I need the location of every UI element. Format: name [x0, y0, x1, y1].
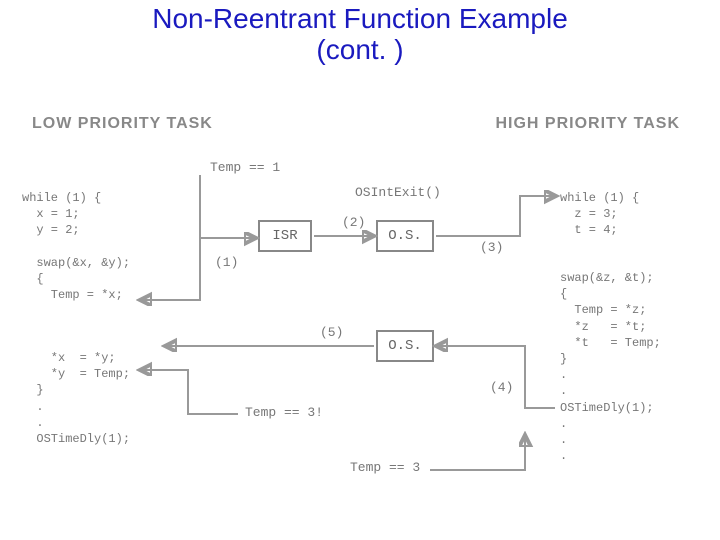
os-box-1: O.S. — [376, 220, 434, 252]
step-2: (2) — [342, 215, 365, 230]
step-1: (1) — [215, 255, 238, 270]
label-temp-eq-3: Temp == 3 — [350, 460, 420, 475]
label-osintexit: OSIntExit() — [355, 185, 441, 200]
isr-box: ISR — [258, 220, 312, 252]
label-temp-eq-3-bang: Temp == 3! — [245, 405, 323, 420]
label-temp-eq-1: Temp == 1 — [210, 160, 280, 175]
title-line1: Non-Reentrant Function Example — [152, 3, 568, 34]
code-left-bottom: *x = *y; *y = Temp; } . . OSTimeDly(1); — [22, 350, 130, 447]
step-3: (3) — [480, 240, 503, 255]
os-box-2: O.S. — [376, 330, 434, 362]
low-priority-heading: LOW PRIORITY TASK — [32, 115, 213, 133]
step-5: (5) — [320, 325, 343, 340]
slide-title: Non-Reentrant Function Example (cont. ) — [0, 0, 720, 66]
high-priority-heading: HIGH PRIORITY TASK — [495, 115, 680, 133]
title-line2: (cont. ) — [316, 34, 403, 65]
code-right-top: while (1) { z = 3; t = 4; — [560, 190, 639, 239]
code-left-top: while (1) { x = 1; y = 2; swap(&x, &y); … — [22, 190, 130, 303]
step-4: (4) — [490, 380, 513, 395]
code-right-swap: swap(&z, &t); { Temp = *z; *z = *t; *t =… — [560, 270, 661, 464]
